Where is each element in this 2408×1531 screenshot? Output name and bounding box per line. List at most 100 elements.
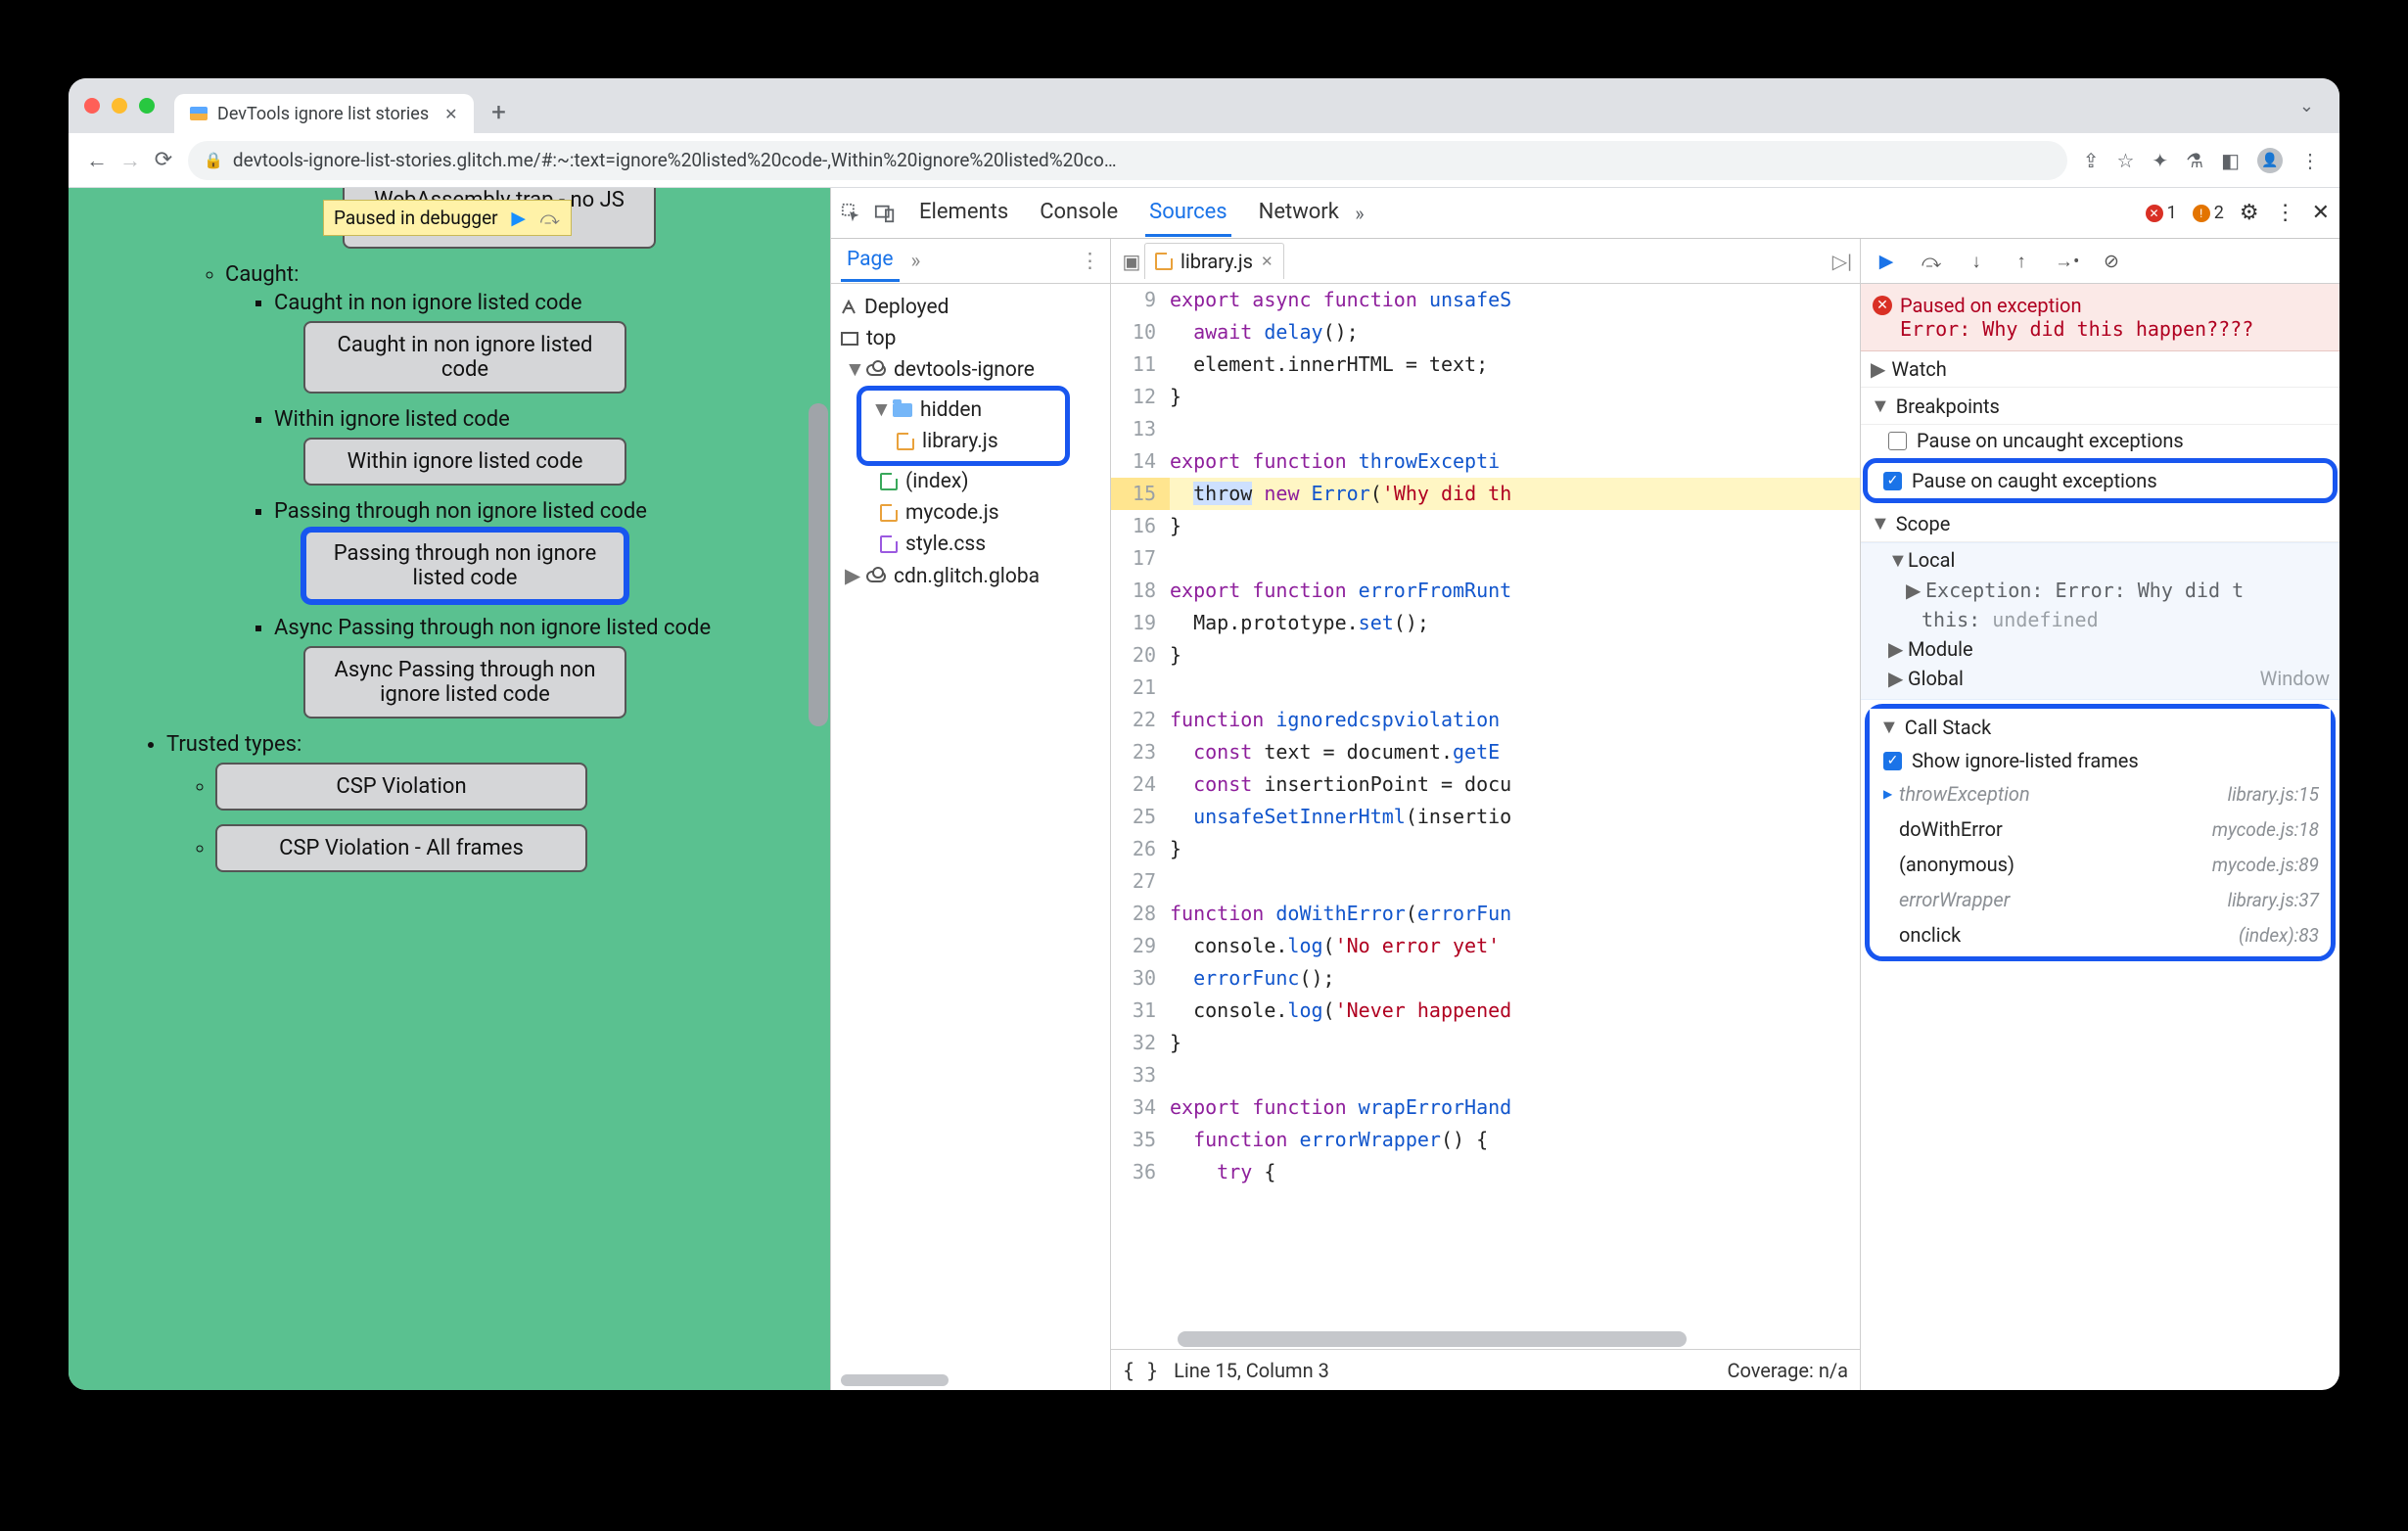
pretty-print-icon[interactable]: { }: [1123, 1359, 1158, 1382]
tree-style[interactable]: style.css: [837, 529, 1104, 560]
code-line[interactable]: 9export async function unsafeS: [1111, 284, 1860, 316]
scope-local[interactable]: ▼Local: [1861, 545, 2339, 576]
page-button[interactable]: Passing through non ignore listed code: [303, 530, 626, 602]
deactivate-breakpoints-icon[interactable]: ⊘: [2100, 250, 2123, 272]
resume-icon[interactable]: ▶: [1875, 250, 1898, 272]
code-line[interactable]: 33: [1111, 1059, 1860, 1091]
step-icon[interactable]: →•: [2055, 250, 2078, 273]
code-line[interactable]: 15 throw new Error('Why did th: [1111, 478, 1860, 510]
forward-button[interactable]: →: [114, 148, 147, 173]
minimize-window-icon[interactable]: [112, 98, 127, 114]
code-line[interactable]: 10 await delay();: [1111, 316, 1860, 348]
callstack-frame[interactable]: (anonymous)mycode.js:89: [1870, 847, 2331, 882]
tree-library-js[interactable]: library.js: [863, 426, 1063, 457]
close-tab-icon[interactable]: ✕: [444, 105, 457, 123]
tree-hidden-folder[interactable]: ▼ hidden: [863, 394, 1063, 426]
editor-history-icon[interactable]: ▣: [1119, 250, 1144, 273]
window-controls[interactable]: [84, 98, 155, 114]
code-line[interactable]: 12}: [1111, 381, 1860, 413]
file-tree[interactable]: Deployed top ▼ devtools-ignore: [831, 284, 1110, 600]
overlay-resume-icon[interactable]: ▶: [508, 209, 530, 227]
pause-caught-checkbox[interactable]: ✓ Pause on caught exceptions: [1872, 465, 2329, 496]
overlay-step-icon[interactable]: ⤼: [539, 209, 561, 227]
page-button[interactable]: Within ignore listed code: [303, 438, 626, 486]
labs-icon[interactable]: ⚗: [2186, 149, 2203, 172]
scope-this[interactable]: this: undefined: [1861, 605, 2339, 634]
error-count-badge[interactable]: ✕1: [2146, 203, 2177, 223]
code-line[interactable]: 26}: [1111, 833, 1860, 865]
step-out-icon[interactable]: ↑: [2010, 250, 2033, 273]
tab-overflow-button[interactable]: ⌄: [2299, 96, 2324, 116]
editor-scrollbar-thumb[interactable]: [1178, 1331, 1687, 1347]
page-scrollbar-track[interactable]: [807, 188, 830, 1390]
settings-gear-icon[interactable]: ⚙: [2240, 201, 2259, 225]
callstack-frame[interactable]: onclick(index):83: [1870, 917, 2331, 952]
page-button[interactable]: Caught in non ignore listed code: [303, 321, 626, 394]
editor-tab-library[interactable]: library.js ✕: [1144, 243, 1284, 279]
bookmark-icon[interactable]: ☆: [2116, 149, 2134, 172]
code-line[interactable]: 28function doWithError(errorFun: [1111, 898, 1860, 930]
close-devtools-icon[interactable]: ✕: [2312, 201, 2330, 225]
callstack-section-header[interactable]: ▼Call Stack: [1870, 709, 2331, 745]
code-line[interactable]: 17: [1111, 542, 1860, 575]
code-line[interactable]: 30 errorFunc();: [1111, 962, 1860, 995]
devtools-menu-icon[interactable]: ⋮: [2275, 201, 2296, 225]
checkbox-checked-icon[interactable]: ✓: [1883, 472, 1902, 490]
code-line[interactable]: 25 unsafeSetInnerHtml(insertio: [1111, 801, 1860, 833]
extensions-icon[interactable]: ✦: [2152, 149, 2168, 172]
code-line[interactable]: 20}: [1111, 639, 1860, 672]
checkbox-icon[interactable]: [1888, 432, 1907, 450]
callstack-frame[interactable]: throwExceptionlibrary.js:15: [1870, 776, 2331, 812]
reload-button[interactable]: ⟳: [147, 148, 180, 172]
maximize-window-icon[interactable]: [139, 98, 155, 114]
lock-icon[interactable]: 🔒: [204, 151, 223, 169]
close-editor-tab-icon[interactable]: ✕: [1261, 253, 1273, 270]
show-ignore-listed-checkbox[interactable]: ✓ Show ignore-listed frames: [1870, 745, 2331, 776]
back-button[interactable]: ←: [80, 148, 114, 173]
step-into-icon[interactable]: ↓: [1965, 250, 1988, 273]
tree-deployed[interactable]: Deployed: [837, 292, 1104, 323]
devtools-tab-elements[interactable]: Elements: [915, 190, 1012, 237]
navigator-scrollbar[interactable]: [831, 1370, 1110, 1390]
code-line[interactable]: 22function ignoredcspviolation: [1111, 704, 1860, 736]
step-over-icon[interactable]: ⤼: [1920, 250, 1943, 272]
scope-module[interactable]: ▶Module: [1861, 634, 2339, 664]
devtools-tab-console[interactable]: Console: [1036, 190, 1122, 237]
navigator-more-icon[interactable]: »: [911, 250, 921, 273]
tree-mycode[interactable]: mycode.js: [837, 497, 1104, 529]
page-subtab[interactable]: Page: [841, 240, 900, 282]
devtools-tab-network[interactable]: Network: [1255, 190, 1343, 237]
share-icon[interactable]: ⇪: [2083, 149, 2100, 172]
breakpoints-section-header[interactable]: ▼Breakpoints: [1861, 388, 2339, 425]
warning-count-badge[interactable]: !2: [2193, 203, 2224, 223]
code-line[interactable]: 34export function wrapErrorHand: [1111, 1091, 1860, 1124]
code-line[interactable]: 27: [1111, 865, 1860, 898]
page-button[interactable]: Async Passing through non ignore listed …: [303, 646, 626, 719]
code-line[interactable]: 29 console.log('No error yet': [1111, 930, 1860, 962]
scope-global[interactable]: ▶GlobalWindow: [1861, 664, 2339, 693]
editor-more-icon[interactable]: ▷|: [1832, 250, 1852, 273]
scope-exception[interactable]: ▶Exception: Error: Why did t: [1861, 576, 2339, 605]
sidepanel-icon[interactable]: ◧: [2221, 149, 2240, 172]
code-line[interactable]: 16}: [1111, 510, 1860, 542]
tree-cdn[interactable]: ▶ cdn.glitch.globa: [837, 560, 1104, 592]
callstack-frame[interactable]: errorWrapperlibrary.js:37: [1870, 882, 2331, 917]
code-line[interactable]: 11 element.innerHTML = text;: [1111, 348, 1860, 381]
tree-index[interactable]: (index): [837, 466, 1104, 497]
callstack-frame[interactable]: doWithErrormycode.js:18: [1870, 812, 2331, 847]
devtools-more-tabs-icon[interactable]: »: [1343, 202, 1376, 225]
code-line[interactable]: 32}: [1111, 1027, 1860, 1059]
code-line[interactable]: 24 const insertionPoint = docu: [1111, 768, 1860, 801]
browser-tab[interactable]: DevTools ignore list stories ✕: [174, 94, 474, 133]
chrome-menu-icon[interactable]: ⋮: [2300, 149, 2320, 172]
inspect-element-icon[interactable]: [841, 203, 874, 224]
code-line[interactable]: 19 Map.prototype.set();: [1111, 607, 1860, 639]
device-toolbar-icon[interactable]: [874, 203, 907, 224]
page-button[interactable]: CSP Violation: [215, 763, 587, 811]
code-line[interactable]: 18export function errorFromRunt: [1111, 575, 1860, 607]
checkbox-checked-icon[interactable]: ✓: [1883, 752, 1902, 770]
devtools-tab-sources[interactable]: Sources: [1145, 190, 1231, 237]
code-line[interactable]: 31 console.log('Never happened: [1111, 995, 1860, 1027]
page-scrollbar-thumb[interactable]: [809, 403, 828, 726]
code-line[interactable]: 35 function errorWrapper() {: [1111, 1124, 1860, 1156]
